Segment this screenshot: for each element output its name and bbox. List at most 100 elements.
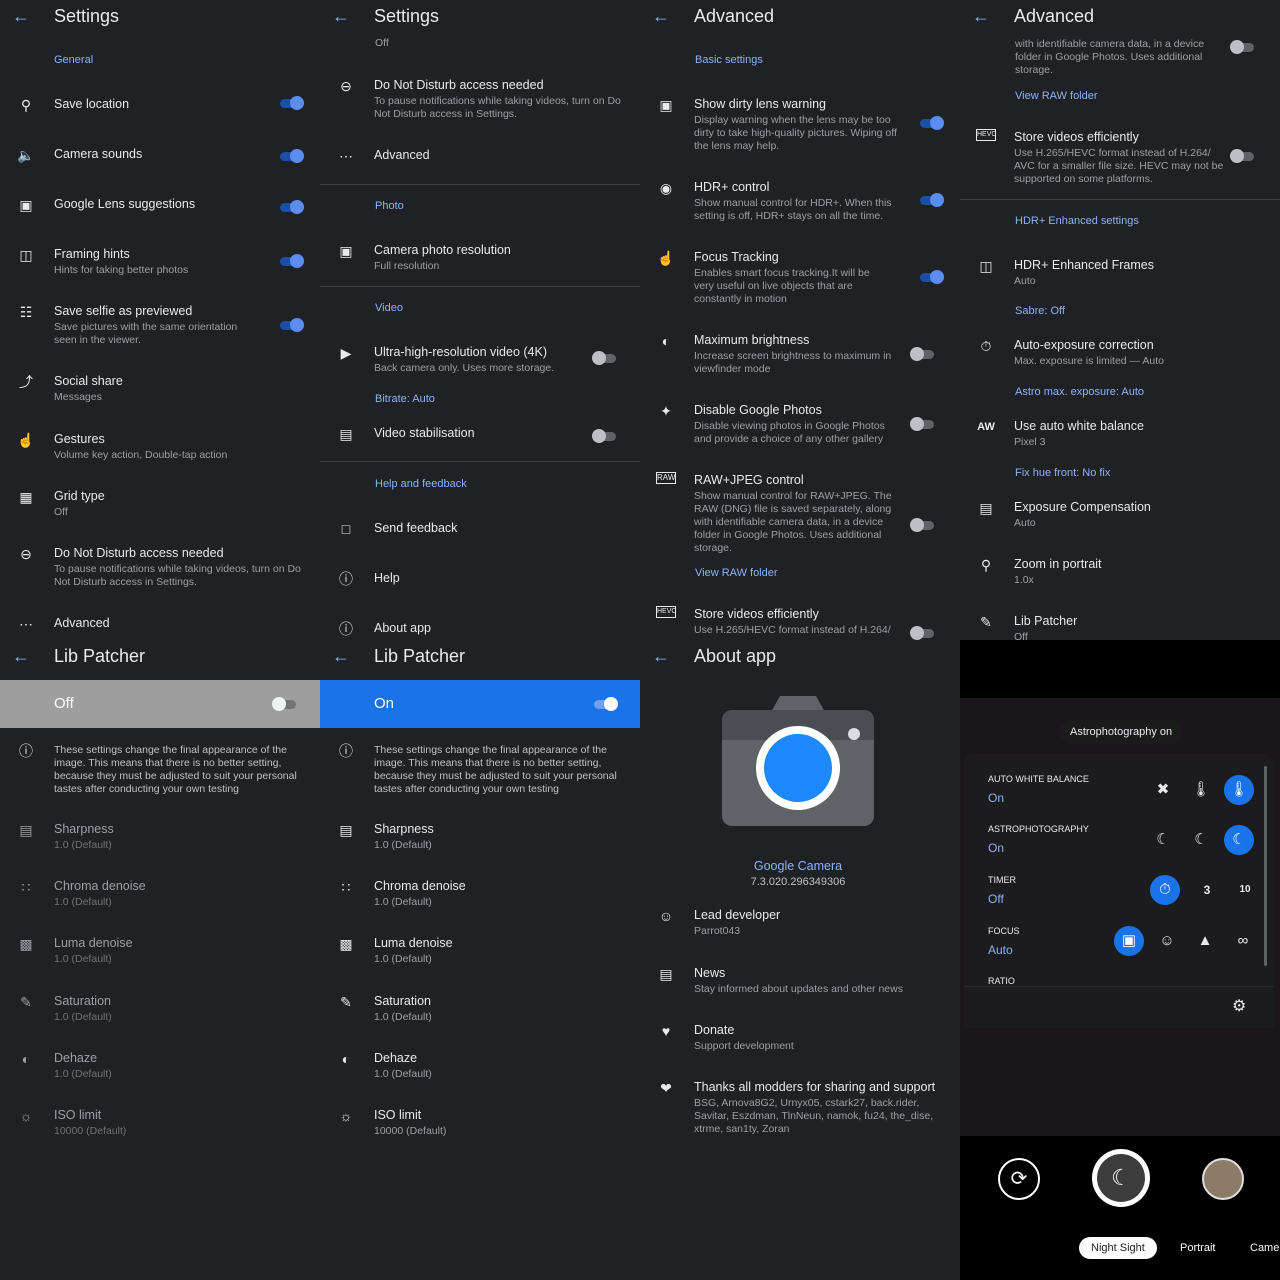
- setting-auto-white-balance[interactable]: AW Use auto white balance Pixel 3: [960, 418, 1280, 452]
- lib-item-dehaze[interactable]: ◐ Dehaze 1.0 (Default): [320, 1050, 640, 1084]
- focus-auto-icon[interactable]: ▣: [1114, 926, 1144, 956]
- toggle-switch[interactable]: [918, 270, 944, 284]
- setting-photo-resolution[interactable]: ▣ Camera photo resolution Full resolutio…: [320, 242, 640, 276]
- setting-hdr-control[interactable]: ◉ HDR+ control Show manual control for H…: [640, 179, 960, 225]
- fix-hue-link[interactable]: Fix hue front: No fix: [1015, 467, 1110, 479]
- setting-raw-jpeg[interactable]: RAW RAW+JPEG control Show manual control…: [640, 472, 960, 556]
- setting-4k-video[interactable]: ▶ Ultra-high-resolution video (4K) Back …: [320, 344, 640, 378]
- toggle-switch[interactable]: [278, 149, 304, 163]
- sabre-link[interactable]: Sabre: Off: [1015, 305, 1065, 317]
- about-thanks[interactable]: ❤ Thanks all modders for sharing and sup…: [640, 1079, 960, 1139]
- lib-item-saturation[interactable]: ✎ Saturation 1.0 (Default): [320, 993, 640, 1027]
- setting-store-videos[interactable]: HEVC Store videos efficiently Use H.265/…: [640, 606, 960, 640]
- focus-infinity-icon[interactable]: ∞: [1228, 926, 1258, 956]
- focus-landscape-icon[interactable]: ▲: [1190, 926, 1220, 956]
- setting-about-app[interactable]: ⓘ About app: [320, 620, 640, 640]
- astro-off-icon[interactable]: ☾: [1148, 825, 1178, 855]
- mode-camera[interactable]: Came: [1250, 1242, 1279, 1254]
- toggle-switch[interactable]: [1230, 40, 1256, 54]
- setting-lib-patcher[interactable]: ✎ Lib Patcher Off: [960, 613, 1280, 640]
- master-switch-bar[interactable]: Off: [0, 680, 320, 728]
- setting-store-videos[interactable]: HEVC Store videos efficiently Use H.265/…: [960, 129, 1280, 187]
- gear-icon[interactable]: ⚙: [1232, 996, 1246, 1016]
- awb-on-icon[interactable]: 🌡: [1224, 775, 1254, 805]
- setting-advanced[interactable]: ⋯ Advanced: [0, 615, 320, 635]
- back-arrow-icon[interactable]: ←: [652, 645, 670, 667]
- toggle-switch[interactable]: [1230, 149, 1256, 163]
- toggle-switch[interactable]: [592, 429, 618, 443]
- lib-item-luma-denoise[interactable]: ▩ Luma denoise 1.0 (Default): [320, 935, 640, 969]
- lib-item-chroma-denoise[interactable]: ∷ Chroma denoise 1.0 (Default): [0, 878, 320, 912]
- setting-save-selfie[interactable]: ☷ Save selfie as previewed Save pictures…: [0, 303, 320, 349]
- setting-help[interactable]: ⓘ Help: [320, 570, 640, 590]
- bitrate-link[interactable]: Bitrate: Auto: [375, 393, 435, 405]
- mode-night-sight[interactable]: Night Sight: [1079, 1237, 1157, 1259]
- setting-social-share[interactable]: ⤴ Social share Messages: [0, 373, 320, 407]
- master-toggle[interactable]: [272, 697, 298, 711]
- setting-zoom-portrait[interactable]: ⚲ Zoom in portrait 1.0x: [960, 556, 1280, 590]
- toggle-switch[interactable]: [910, 417, 936, 431]
- setting-dnd[interactable]: ⊖ Do Not Disturb access needed To pause …: [320, 77, 640, 123]
- timer-10-icon[interactable]: 10: [1230, 875, 1260, 905]
- toggle-switch[interactable]: [278, 200, 304, 214]
- toggle-switch[interactable]: [918, 116, 944, 130]
- setting-dnd[interactable]: ⊖ Do Not Disturb access needed To pause …: [0, 545, 320, 591]
- setting-grid-type[interactable]: ▦ Grid type Off: [0, 488, 320, 522]
- astro-on-icon[interactable]: ☾: [1224, 825, 1254, 855]
- setting-send-feedback[interactable]: □ Send feedback: [320, 520, 640, 540]
- back-arrow-icon[interactable]: ←: [652, 5, 670, 27]
- toggle-switch[interactable]: [278, 318, 304, 332]
- lib-item-dehaze[interactable]: ◐ Dehaze 1.0 (Default): [0, 1050, 320, 1084]
- awb-auto-icon[interactable]: 🌡: [1186, 775, 1216, 805]
- lib-item-iso-limit[interactable]: ☼ ISO limit 10000 (Default): [320, 1107, 640, 1141]
- setting-framing-hints[interactable]: ◫ Framing hints Hints for taking better …: [0, 246, 320, 280]
- lib-item-sharpness[interactable]: ▤ Sharpness 1.0 (Default): [320, 821, 640, 855]
- view-raw-folder-link[interactable]: View RAW folder: [695, 567, 778, 579]
- about-news[interactable]: ▤ News Stay informed about updates and o…: [640, 965, 960, 999]
- focus-portrait-icon[interactable]: ☺: [1152, 926, 1182, 956]
- lib-item-saturation[interactable]: ✎ Saturation 1.0 (Default): [0, 993, 320, 1027]
- timer-3-icon[interactable]: 3: [1192, 875, 1222, 905]
- toggle-switch[interactable]: [592, 351, 618, 365]
- switch-camera-icon[interactable]: ⟳: [998, 1158, 1040, 1200]
- setting-focus-tracking[interactable]: ☝ Focus Tracking Enables smart focus tra…: [640, 249, 960, 307]
- back-arrow-icon[interactable]: ←: [12, 645, 30, 667]
- gallery-thumbnail[interactable]: [1202, 1158, 1244, 1200]
- setting-video-stabilisation[interactable]: ▤ Video stabilisation: [320, 425, 640, 445]
- setting-google-lens[interactable]: ▣ Google Lens suggestions: [0, 196, 320, 220]
- about-donate[interactable]: ♥ Donate Support development: [640, 1022, 960, 1056]
- back-arrow-icon[interactable]: ←: [332, 645, 350, 667]
- back-arrow-icon[interactable]: ←: [12, 5, 30, 27]
- lib-item-luma-denoise[interactable]: ▩ Luma denoise 1.0 (Default): [0, 935, 320, 969]
- setting-disable-google-photos[interactable]: ✦ Disable Google Photos Disable viewing …: [640, 402, 960, 448]
- setting-gestures[interactable]: ☝ Gestures Volume key action, Double-tap…: [0, 431, 320, 465]
- back-arrow-icon[interactable]: ←: [332, 5, 350, 27]
- about-lead-developer[interactable]: ☺ Lead developer Parrot043: [640, 907, 960, 941]
- toggle-switch[interactable]: [910, 518, 936, 532]
- setting-dirty-lens[interactable]: ▣ Show dirty lens warning Display warnin…: [640, 96, 960, 154]
- toggle-switch[interactable]: [910, 347, 936, 361]
- setting-hdr-frames[interactable]: ◫ HDR+ Enhanced Frames Auto: [960, 257, 1280, 291]
- master-switch-bar[interactable]: On: [320, 680, 640, 728]
- lib-item-iso-limit[interactable]: ☼ ISO limit 10000 (Default): [0, 1107, 320, 1141]
- setting-camera-sounds[interactable]: 🔈 Camera sounds: [0, 146, 320, 170]
- setting-max-brightness[interactable]: ◐ Maximum brightness Increase screen bri…: [640, 332, 960, 378]
- scrollbar[interactable]: [1264, 766, 1267, 966]
- lib-item-chroma-denoise[interactable]: ∷ Chroma denoise 1.0 (Default): [320, 878, 640, 912]
- astro-exposure-link[interactable]: Astro max. exposure: Auto: [1015, 386, 1144, 398]
- setting-exposure-compensation[interactable]: ▤ Exposure Compensation Auto: [960, 499, 1280, 533]
- timer-off-icon[interactable]: ⏱: [1150, 875, 1180, 905]
- back-arrow-icon[interactable]: ←: [972, 5, 990, 27]
- toggle-switch[interactable]: [918, 193, 944, 207]
- shutter-button[interactable]: ☾: [1092, 1149, 1150, 1207]
- toggle-switch[interactable]: [278, 254, 304, 268]
- setting-advanced[interactable]: ⋯ Advanced: [320, 147, 640, 167]
- lib-item-sharpness[interactable]: ▤ Sharpness 1.0 (Default): [0, 821, 320, 855]
- view-raw-folder-link[interactable]: View RAW folder: [1015, 90, 1098, 102]
- awb-off-icon[interactable]: ✖: [1148, 775, 1178, 805]
- mode-portrait[interactable]: Portrait: [1180, 1242, 1215, 1254]
- toggle-switch[interactable]: [910, 626, 936, 640]
- setting-save-location[interactable]: ⚲ Save location: [0, 96, 320, 120]
- master-toggle[interactable]: [592, 697, 618, 711]
- setting-auto-exposure[interactable]: ⏱ Auto-exposure correction Max. exposure…: [960, 337, 1280, 371]
